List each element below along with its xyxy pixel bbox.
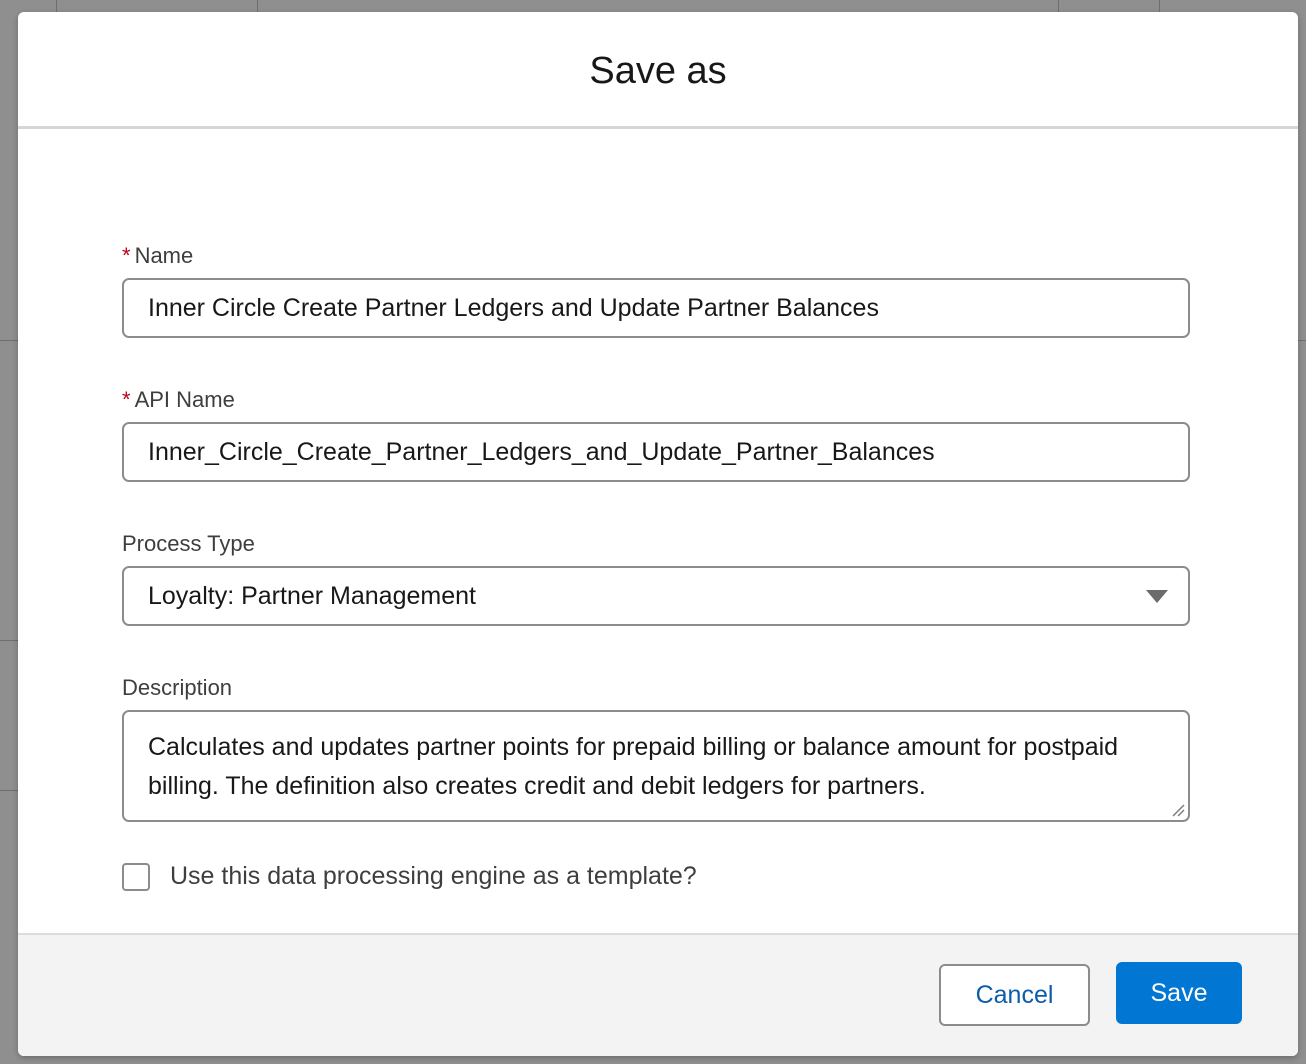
background-divider [1298, 340, 1306, 341]
dialog-footer: Cancel Save [18, 933, 1298, 1056]
dialog-body: * Name Inner Circle Create Partner Ledger… [18, 129, 1298, 933]
save-button[interactable]: Save [1116, 962, 1242, 1024]
cancel-button[interactable]: Cancel [939, 964, 1090, 1026]
template-checkbox-label[interactable]: Use this data processing engine as a tem… [170, 862, 697, 891]
required-marker: * [122, 243, 131, 268]
resize-handle-icon[interactable] [1171, 803, 1185, 817]
api-name-input[interactable]: Inner_Circle_Create_Partner_Ledgers_and_… [122, 422, 1190, 482]
dialog-header: Save as [18, 12, 1298, 129]
description-text: Calculates and updates partner points fo… [148, 733, 1119, 800]
chevron-down-icon [1146, 590, 1168, 603]
background-divider [0, 790, 18, 791]
process-type-select[interactable]: Loyalty: Partner Management [122, 566, 1190, 626]
name-input[interactable]: Inner Circle Create Partner Ledgers and … [122, 278, 1190, 338]
background-divider [0, 640, 18, 641]
description-textarea[interactable]: Calculates and updates partner points fo… [122, 710, 1190, 822]
api-name-label: * API Name [122, 387, 235, 413]
background-divider [0, 340, 18, 341]
dialog-title: Save as [589, 49, 727, 92]
name-label-text: Name [134, 243, 194, 268]
api-name-label-text: API Name [134, 387, 235, 412]
template-checkbox-row[interactable]: Use this data processing engine as a tem… [122, 862, 697, 891]
template-checkbox[interactable] [122, 862, 150, 891]
process-type-label: Process Type [122, 531, 255, 556]
name-label: * Name [122, 243, 193, 269]
save-as-dialog: Save as * Name Inner Circle Create Partne… [18, 12, 1298, 1056]
required-marker: * [122, 387, 131, 412]
description-label: Description [122, 675, 233, 700]
process-type-selected-value: Loyalty: Partner Management [148, 582, 476, 610]
